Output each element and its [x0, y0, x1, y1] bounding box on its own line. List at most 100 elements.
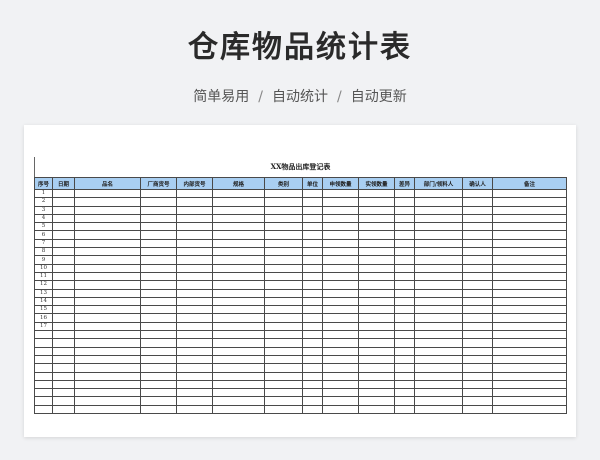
table-cell[interactable]	[322, 363, 359, 373]
row-number-cell[interactable]: 3	[34, 205, 53, 215]
table-cell[interactable]	[212, 205, 265, 215]
table-cell[interactable]	[176, 288, 213, 298]
table-cell[interactable]	[394, 346, 415, 356]
table-cell[interactable]	[492, 188, 567, 199]
table-cell[interactable]	[414, 330, 463, 340]
table-cell[interactable]	[492, 396, 567, 406]
table-cell[interactable]	[414, 288, 463, 298]
row-number-cell[interactable]: 2	[34, 197, 53, 207]
table-cell[interactable]	[176, 263, 213, 273]
table-cell[interactable]	[212, 222, 265, 232]
table-cell[interactable]	[176, 247, 213, 257]
table-cell[interactable]	[358, 263, 395, 273]
row-number-cell[interactable]: 5	[34, 222, 53, 232]
table-cell[interactable]	[264, 238, 303, 249]
table-cell[interactable]	[394, 338, 415, 348]
table-cell[interactable]	[176, 371, 213, 381]
table-cell[interactable]	[176, 404, 213, 415]
table-cell[interactable]	[462, 330, 493, 340]
table-cell[interactable]	[176, 213, 213, 224]
table-cell[interactable]	[492, 338, 567, 348]
table-cell[interactable]	[264, 280, 303, 290]
table-cell[interactable]	[52, 238, 75, 249]
table-cell[interactable]	[322, 388, 359, 398]
table-cell[interactable]	[322, 222, 359, 232]
row-number-cell[interactable]	[34, 346, 53, 356]
table-cell[interactable]	[358, 338, 395, 348]
table-cell[interactable]	[212, 197, 265, 207]
table-cell[interactable]	[264, 396, 303, 406]
table-cell[interactable]	[302, 238, 323, 249]
table-cell[interactable]	[414, 230, 463, 240]
table-cell[interactable]	[394, 404, 415, 415]
table-cell[interactable]	[322, 197, 359, 207]
row-number-cell[interactable]	[34, 354, 53, 365]
table-cell[interactable]	[358, 388, 395, 398]
table-cell[interactable]	[394, 388, 415, 398]
table-cell[interactable]	[176, 354, 213, 365]
table-cell[interactable]	[462, 188, 493, 199]
table-cell[interactable]	[52, 296, 75, 307]
table-cell[interactable]	[212, 313, 265, 323]
table-cell[interactable]	[212, 188, 265, 199]
row-number-cell[interactable]	[34, 396, 53, 406]
table-cell[interactable]	[358, 404, 395, 415]
table-cell[interactable]	[462, 338, 493, 348]
table-cell[interactable]	[74, 371, 141, 381]
table-cell[interactable]	[302, 288, 323, 298]
table-cell[interactable]	[394, 205, 415, 215]
table-cell[interactable]	[176, 255, 213, 265]
table-cell[interactable]	[212, 354, 265, 365]
table-cell[interactable]	[52, 330, 75, 340]
table-cell[interactable]	[74, 222, 141, 232]
row-number-cell[interactable]: 15	[34, 305, 53, 315]
table-cell[interactable]	[140, 313, 177, 323]
table-cell[interactable]	[414, 280, 463, 290]
table-cell[interactable]	[492, 230, 567, 240]
table-cell[interactable]	[414, 238, 463, 249]
table-cell[interactable]	[302, 296, 323, 307]
table-cell[interactable]	[492, 197, 567, 207]
table-cell[interactable]	[302, 338, 323, 348]
table-cell[interactable]	[302, 197, 323, 207]
table-cell[interactable]	[414, 255, 463, 265]
row-number-cell[interactable]: 16	[34, 313, 53, 323]
table-cell[interactable]	[462, 280, 493, 290]
table-cell[interactable]	[302, 330, 323, 340]
table-cell[interactable]	[140, 188, 177, 199]
table-cell[interactable]	[358, 346, 395, 356]
table-cell[interactable]	[52, 404, 75, 415]
table-cell[interactable]	[492, 263, 567, 273]
table-cell[interactable]	[176, 238, 213, 249]
table-cell[interactable]	[394, 296, 415, 307]
table-cell[interactable]	[358, 321, 395, 332]
table-cell[interactable]	[414, 346, 463, 356]
table-cell[interactable]	[492, 296, 567, 307]
table-cell[interactable]	[358, 305, 395, 315]
table-cell[interactable]	[212, 271, 265, 282]
table-cell[interactable]	[264, 354, 303, 365]
table-cell[interactable]	[462, 396, 493, 406]
table-cell[interactable]	[302, 188, 323, 199]
table-cell[interactable]	[322, 354, 359, 365]
table-cell[interactable]	[176, 271, 213, 282]
table-cell[interactable]	[302, 363, 323, 373]
table-cell[interactable]	[140, 271, 177, 282]
table-cell[interactable]	[74, 379, 141, 390]
table-cell[interactable]	[394, 238, 415, 249]
table-cell[interactable]	[52, 263, 75, 273]
table-cell[interactable]	[74, 404, 141, 415]
table-cell[interactable]	[358, 230, 395, 240]
table-cell[interactable]	[140, 296, 177, 307]
table-cell[interactable]	[212, 404, 265, 415]
table-cell[interactable]	[492, 205, 567, 215]
table-cell[interactable]	[74, 280, 141, 290]
table-cell[interactable]	[302, 305, 323, 315]
table-cell[interactable]	[52, 271, 75, 282]
table-cell[interactable]	[302, 271, 323, 282]
table-cell[interactable]	[462, 371, 493, 381]
table-cell[interactable]	[176, 346, 213, 356]
table-cell[interactable]	[52, 338, 75, 348]
table-cell[interactable]	[52, 313, 75, 323]
table-cell[interactable]	[212, 247, 265, 257]
